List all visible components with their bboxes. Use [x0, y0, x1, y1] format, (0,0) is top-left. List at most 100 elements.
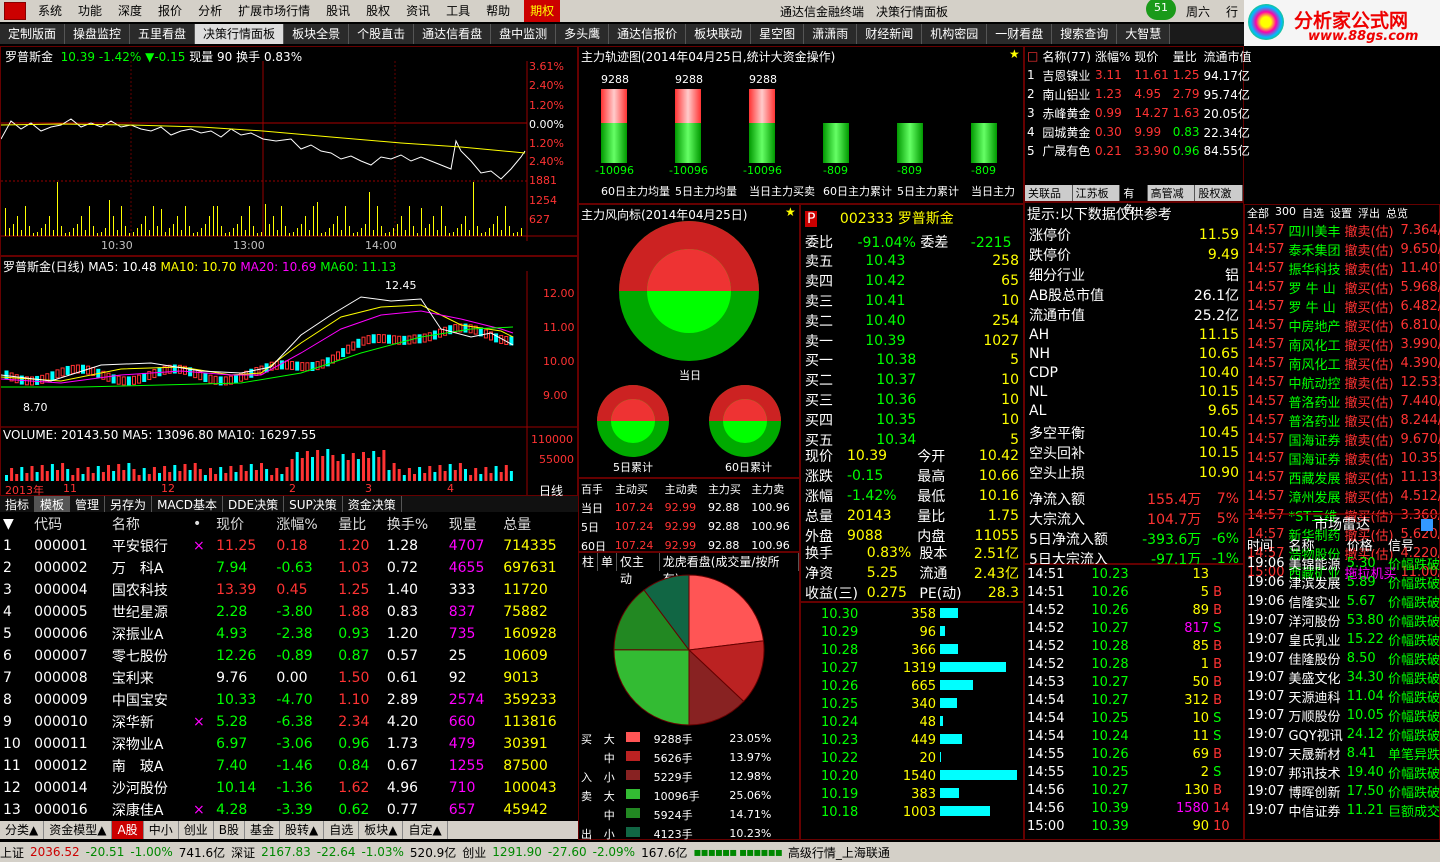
dragon-tiger-pie[interactable]: 柱单仅主动龙虎看盘(成交量/按所有) 买大 9288手 23.05% 中 5626手 13…: [578, 552, 800, 841]
table-row[interactable]: 4 园城黄金 0.30 9.99 0.83 22.34亿: [1025, 123, 1253, 142]
layout-tab[interactable]: 板块全景: [284, 24, 350, 44]
box-icon[interactable]: □: [1025, 47, 1040, 66]
order-row[interactable]: 卖二 10.40 254: [803, 311, 1021, 331]
menu-extra-button[interactable]: 行: [1226, 3, 1238, 20]
table-row[interactable]: 13 000016 深康佳A × 4.28 -3.39 0.62 0.77 657 45942: [0, 799, 578, 821]
radar-row[interactable]: 19:07 皇氏乳业 15.22 价幅跌破: [1245, 630, 1440, 649]
column-header[interactable]: 总量: [500, 513, 578, 535]
menu-item[interactable]: 帮助: [478, 0, 518, 22]
radar-row[interactable]: 19:07 邦讯技术 19.40 价幅跌破: [1245, 763, 1440, 782]
layout-tab[interactable]: 操盘监控: [65, 24, 131, 44]
layout-tab[interactable]: 通达信报价: [609, 24, 687, 44]
category-tab[interactable]: 基金: [245, 821, 280, 839]
radar-row[interactable]: 19:07 GQY视讯 24.12 价幅跌破: [1245, 725, 1440, 744]
column-header[interactable]: 量比: [335, 513, 384, 535]
radar-row[interactable]: 19:06 信隆实业 5.67 价幅跌破: [1245, 592, 1440, 611]
layout-tab[interactable]: 大智慧: [1117, 24, 1171, 44]
column-header[interactable]: 量比: [1171, 47, 1202, 66]
menu-item[interactable]: 报价: [150, 0, 190, 22]
column-header[interactable]: 涨幅%: [273, 513, 335, 535]
radar-row[interactable]: 19:07 洋河股份 53.80 价幅跌破: [1245, 611, 1440, 630]
layout-tab[interactable]: 星空图: [751, 24, 805, 44]
monitor-tab[interactable]: 300: [1275, 205, 1296, 221]
column-header[interactable]: 现价: [1132, 47, 1170, 66]
rank-tab[interactable]: 江苏板块: [1072, 185, 1121, 216]
order-row[interactable]: 买三 10.36 10: [803, 390, 1021, 410]
column-header[interactable]: 现量: [446, 513, 500, 535]
category-tab[interactable]: 资金模型▲: [44, 821, 113, 839]
layout-tab[interactable]: 个股直击: [349, 24, 415, 44]
indicator-tab[interactable]: DDE决策: [223, 496, 285, 512]
table-row[interactable]: 5 000006 深振业A 4.93 -2.38 0.93 1.20 735 160928: [0, 623, 578, 645]
notification-badge[interactable]: 51: [1146, 0, 1176, 20]
indicator-tab[interactable]: 管理: [70, 496, 106, 512]
layout-tab[interactable]: 盘中监测: [491, 24, 557, 44]
indicator-tab[interactable]: MACD基本: [152, 496, 224, 512]
order-row[interactable]: 买一 10.38 5: [803, 350, 1021, 370]
table-row[interactable]: 9 000010 深华新 × 5.28 -6.38 2.34 4.20 660 113816: [0, 711, 578, 733]
category-tab[interactable]: 创业: [179, 821, 214, 839]
category-tab[interactable]: 自定▲: [403, 821, 448, 839]
order-book[interactable]: P 002333 罗普斯金 委比 -91.04% 委差 -2215 卖五 10.4…: [800, 204, 1024, 602]
table-row[interactable]: 12 000014 沙河股份 10.14 -1.36 1.62 4.96 710 100043: [0, 777, 578, 799]
wind-vane[interactable]: 主力风向标(2014年04月25日) ★ 当日 5日累计 60日累计: [578, 204, 800, 478]
order-row[interactable]: 卖四 10.42 65: [803, 271, 1021, 291]
radar-row[interactable]: 19:07 万顺股份 10.05 价幅跌破: [1245, 706, 1440, 725]
menu-item[interactable]: 深度: [110, 0, 150, 22]
category-tab[interactable]: 股转▲: [280, 821, 325, 839]
column-header[interactable]: 现价: [213, 513, 273, 535]
column-header[interactable]: 名称(77): [1040, 47, 1093, 66]
indicator-tab[interactable]: SUP决策: [284, 496, 343, 512]
order-row[interactable]: 卖五 10.43 258: [803, 251, 1021, 271]
layout-tab[interactable]: 一财看盘: [987, 24, 1053, 44]
star-icon[interactable]: ★: [785, 205, 796, 219]
radar-row[interactable]: 19:07 天晟新材 8.41 单笔异跌: [1245, 744, 1440, 763]
indicator-tab[interactable]: 指标: [0, 496, 36, 512]
radar-row[interactable]: 19:06 津滨发展 5.89 价幅跌破: [1245, 573, 1440, 592]
table-row[interactable]: 1 吉恩镍业 3.11 11.61 1.25 94.17亿: [1025, 66, 1253, 85]
table-row[interactable]: 1 000001 平安银行 × 11.25 0.18 1.20 1.28 4707 714335: [0, 535, 578, 557]
pie-tab[interactable]: 单: [598, 553, 618, 571]
layout-tab[interactable]: 搜索查询: [1052, 24, 1118, 44]
table-row[interactable]: 3 赤峰黄金 0.99 14.27 1.63 20.05亿: [1025, 104, 1253, 123]
table-row[interactable]: 7 000008 宝利来 9.76 0.00 1.50 0.61 92 9013: [0, 667, 578, 689]
radar-row[interactable]: 19:07 中信证券 11.21 巨额成交: [1245, 801, 1440, 820]
monitor-tab[interactable]: 总览: [1386, 205, 1408, 221]
column-header[interactable]: 名称: [109, 513, 190, 535]
order-row[interactable]: 买四 10.35 10: [803, 410, 1021, 430]
column-header[interactable]: 代码: [31, 513, 109, 535]
star-icon[interactable]: ★: [1009, 47, 1020, 61]
menu-item[interactable]: 扩展市场行情: [230, 0, 318, 22]
daily-kline-chart[interactable]: 罗普斯金(日线) MA5: 10.48 MA10: 10.70 MA20: 10…: [0, 256, 578, 498]
table-row[interactable]: 11 000012 南 玻A 7.40 -1.46 0.84 0.67 1255 87500: [0, 755, 578, 777]
indicator-tab[interactable]: 资金决策: [343, 496, 402, 512]
market-radar[interactable]: 市场雷达 时间 名称 价格 信号 19:06 美锦能源 5.30 价幅跌破 19:06 津滨发展 5…: [1244, 514, 1440, 840]
radar-row[interactable]: 19:07 博晖创新 17.50 价幅跌破: [1245, 782, 1440, 801]
column-header[interactable]: 流通市值: [1201, 47, 1253, 66]
table-row[interactable]: 5 广晟有色 0.21 33.90 0.96 84.55亿: [1025, 141, 1253, 160]
table-row[interactable]: 8 000009 中国宝安 10.33 -4.70 1.10 2.89 2574 359233: [0, 689, 578, 711]
main-force-track[interactable]: 主力轨迹图(2014年04月25日,统计大资金操作) ★ 9288 9288 9…: [578, 46, 1024, 204]
table-row[interactable]: 6 000007 零七股份 12.26 -0.89 0.87 0.57 25 10609: [0, 645, 578, 667]
monitor-tab[interactable]: 设置: [1330, 205, 1352, 221]
big-order-monitor[interactable]: 全部300自选设置浮出总览 14:57四川美丰撤卖(估)7.364/27414:…: [1244, 204, 1440, 582]
indicator-tab[interactable]: 另存为: [105, 496, 153, 512]
layout-tab[interactable]: 板块联动: [686, 24, 752, 44]
layout-tab[interactable]: 潇潇雨: [804, 24, 858, 44]
menu-item[interactable]: 功能: [70, 0, 110, 22]
tick-list[interactable]: 14:51 10.23 13 14:51 10.26 5 B 14:52 10.26 89 B 14:…: [1024, 564, 1244, 840]
layout-tab[interactable]: 决策行情面板: [195, 24, 285, 44]
table-row[interactable]: 10 000011 深物业A 6.97 -3.06 0.96 1.73 479 30391: [0, 733, 578, 755]
table-row[interactable]: 3 000004 国农科技 13.39 0.45 1.25 1.40 333 11720: [0, 579, 578, 601]
menu-item[interactable]: 工具: [438, 0, 478, 22]
intraday-chart[interactable]: 罗普斯金 10.39 -1.42% ▼-0.15 现量 90 换手 0.83% …: [0, 46, 578, 256]
rank-tab[interactable]: 有色: [1120, 185, 1148, 216]
radar-row[interactable]: 19:07 佳隆股份 8.50 价幅跌破: [1245, 649, 1440, 668]
monitor-tab[interactable]: 浮出: [1358, 205, 1380, 221]
radar-row[interactable]: 19:07 美盛文化 34.30 价幅跌破: [1245, 668, 1440, 687]
layout-tab[interactable]: 通达信看盘: [414, 24, 492, 44]
stock-list[interactable]: ▼ 代码 名称 • 现价 涨幅% 量比 换手% 现量 总量 1 000001 平安银行 × 11.25 0.…: [0, 513, 578, 821]
radar-row[interactable]: 19:07 天源迪科 11.04 价幅跌破: [1245, 687, 1440, 706]
column-header[interactable]: 换手%: [384, 513, 446, 535]
layout-tab[interactable]: 五里看盘: [130, 24, 196, 44]
